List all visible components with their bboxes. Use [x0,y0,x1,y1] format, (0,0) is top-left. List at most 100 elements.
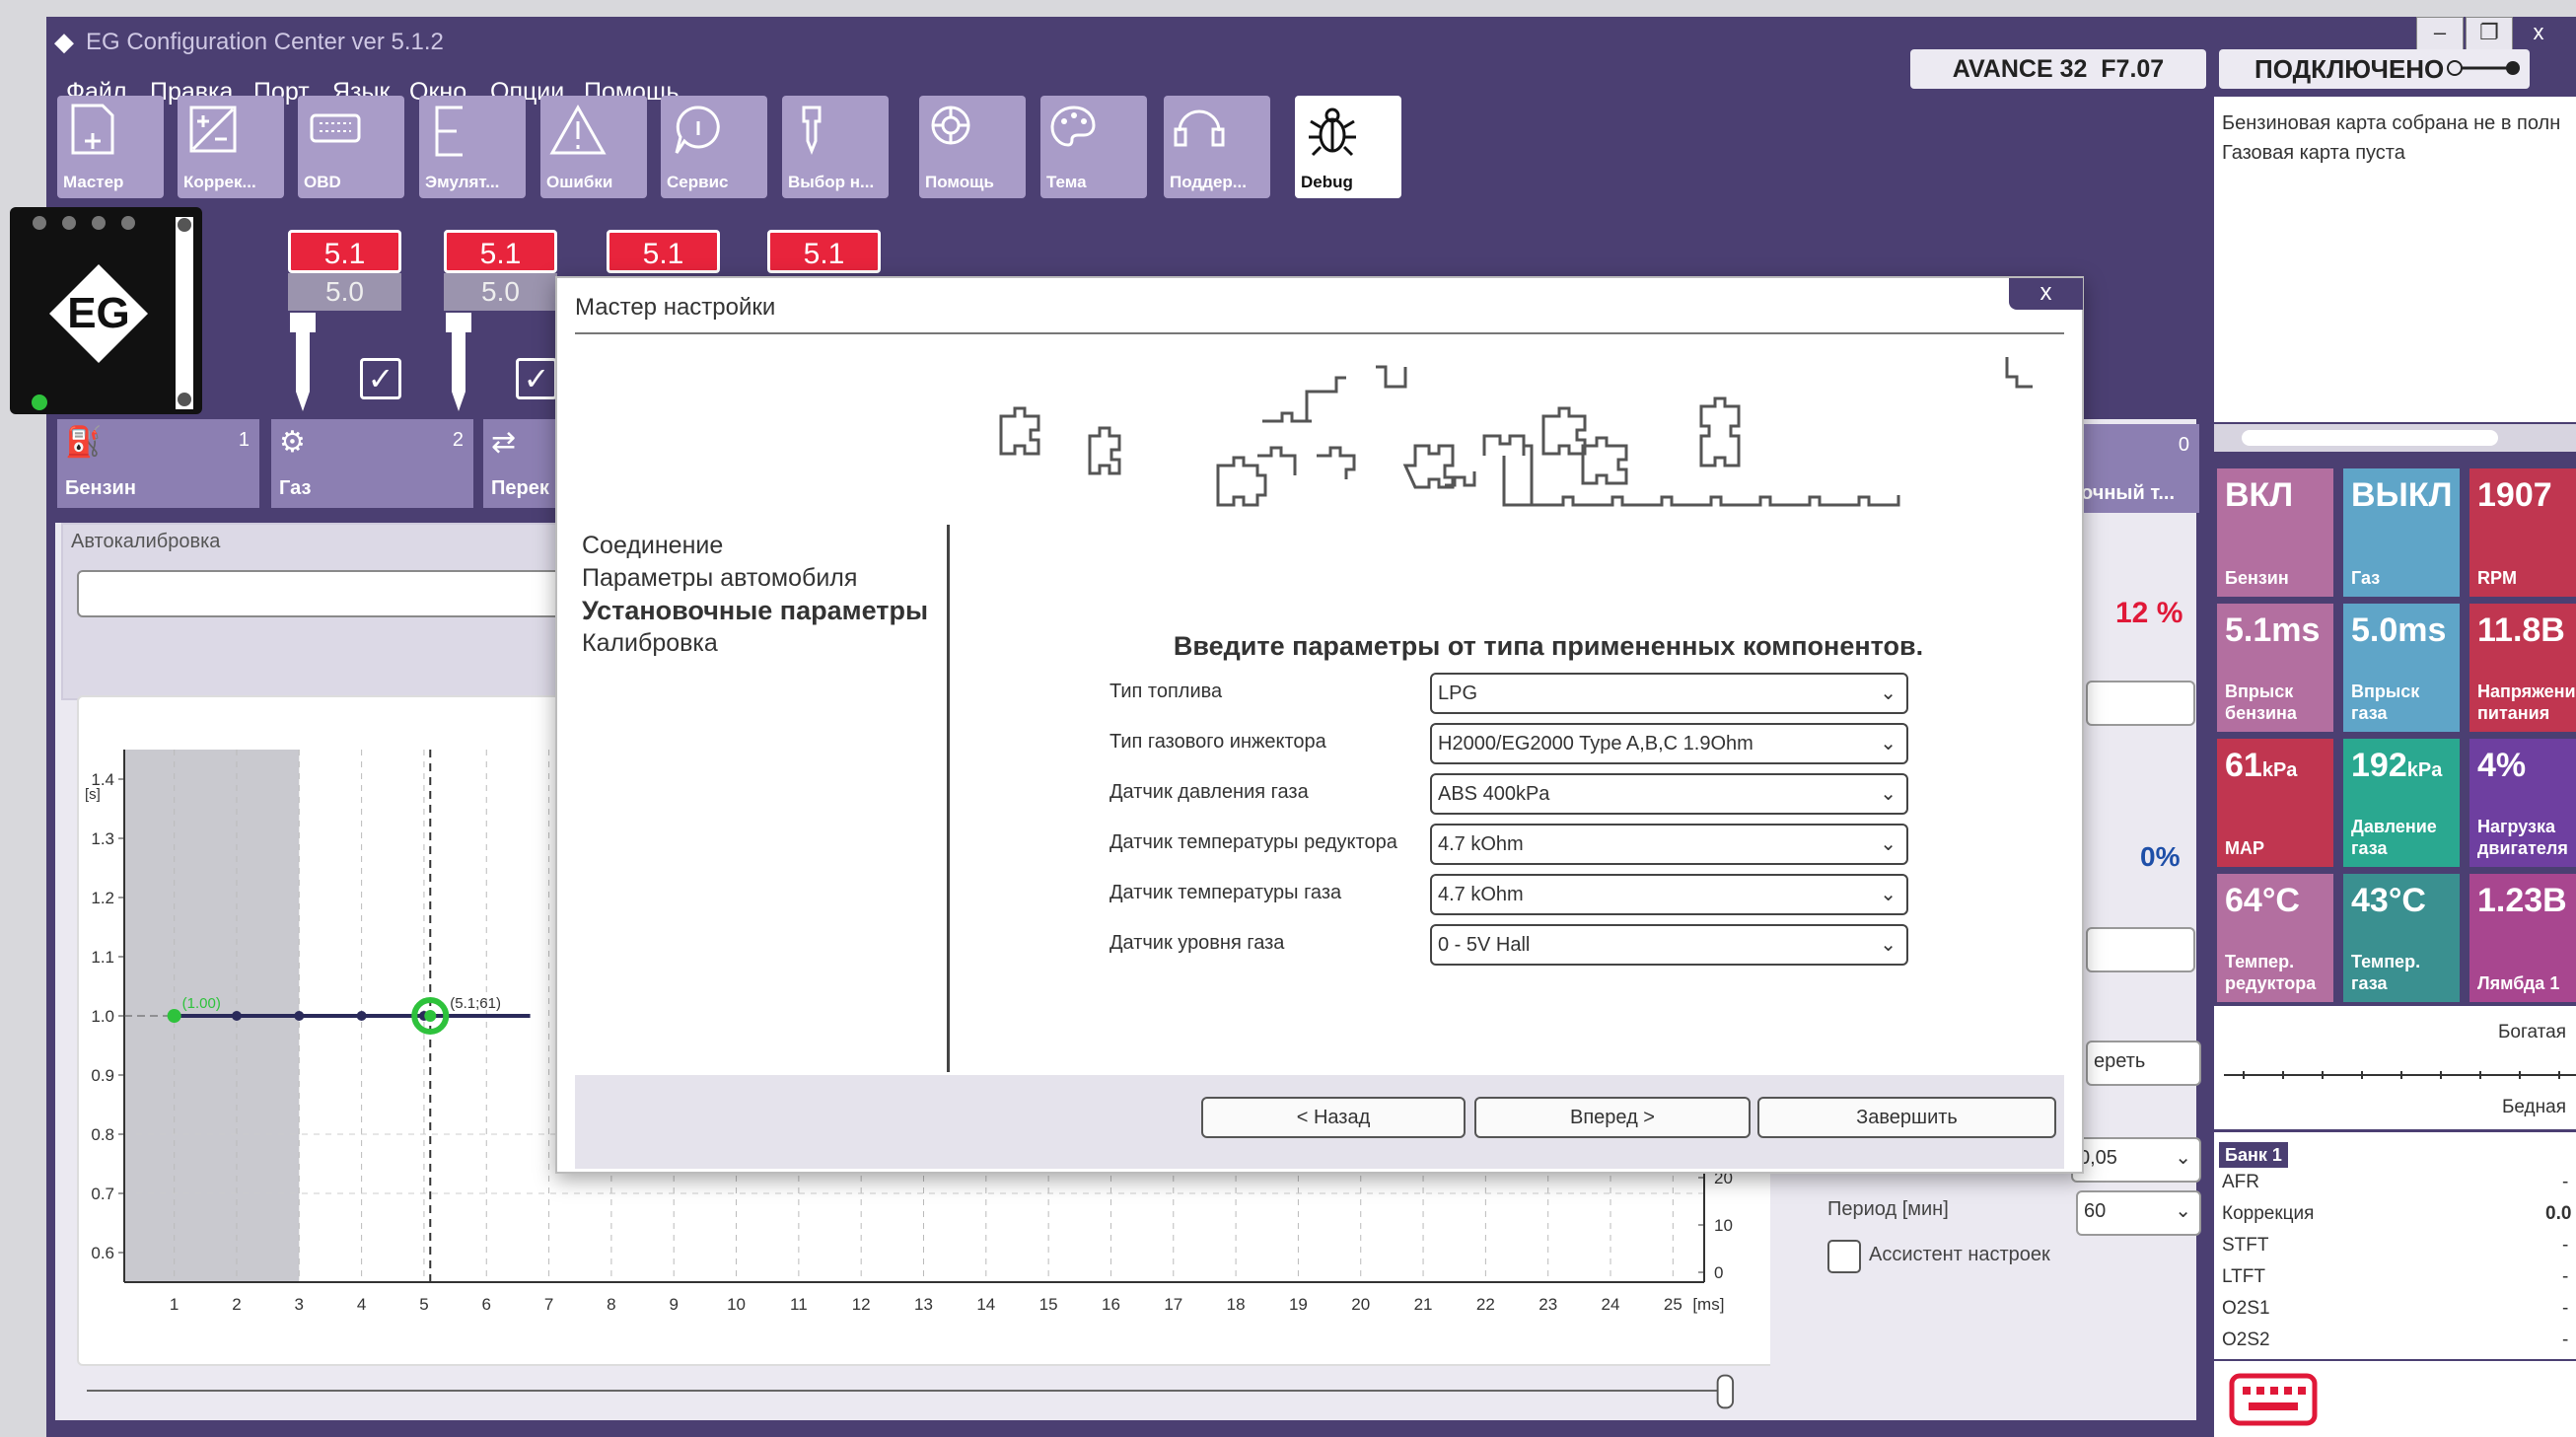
tool-obd-button[interactable]: OBD [298,96,404,198]
reset-button[interactable]: ереть [2086,1041,2201,1086]
tool-errors-button[interactable]: Ошибки [540,96,647,198]
step-installation-params[interactable]: Установочные параметры [582,595,957,627]
gauge-value: 64°C [2225,882,2300,919]
connection-toggle-icon[interactable] [2446,59,2525,77]
tool-debug-button[interactable]: Debug [1295,96,1401,198]
y-tick-label: 1.2 [91,889,114,907]
service-icon [675,106,720,154]
bank-row-ltft: LTFT - [2222,1266,2568,1288]
slider-handle[interactable] [1716,1374,1735,1409]
gauge-value: 1.23В [2477,882,2567,919]
percent-rich: 12 % [2115,597,2183,629]
gas-pressure-sensor-select[interactable]: ABS 400kPa ⌄ [1430,773,1908,815]
status-messages: Бензиновая карта собрана не в полн Газов… [2214,97,2576,422]
gauge-value: ВКЛ [2225,476,2294,514]
assistant-label: Ассистент настроек [1869,1244,2050,1265]
warning-icon [549,104,607,155]
gas-temp-sensor-select[interactable]: 4.7 kOhm ⌄ [1430,874,1908,915]
assistant-checkbox[interactable] [1827,1240,1861,1273]
svg-text:EG: EG [67,289,130,337]
gauge-value: 4% [2477,747,2527,784]
gauge-caption: Впрыск газа [2351,682,2420,723]
tool-help-button[interactable]: Помощь [919,96,1026,198]
tab-count: 2 [452,429,464,451]
app-logo-icon: ◆ [54,27,74,56]
gas-injector-select[interactable]: H2000/EG2000 Type A,B,C 1.9Ohm ⌄ [1430,723,1908,764]
injector-enable-checkbox[interactable]: ✓ [360,358,401,399]
tool-label: Помощь [925,173,994,191]
select-value: 4.7 kOhm [1438,833,1524,855]
injector-enable-checkbox[interactable]: ✓ [516,358,557,399]
step-vehicle-params[interactable]: Параметры автомобиля [582,562,957,595]
status-message: Газовая карта пуста [2222,142,2405,164]
gauge-gas-pressure: 192kPa Давление газа [2343,739,2460,867]
injector-nozzle-icon [290,313,316,411]
finish-button[interactable]: Завершить [1757,1097,2056,1138]
minimize-button[interactable]: – [2416,17,2464,50]
period-label: Период [мин] [1827,1198,1949,1220]
gauge-value: 1907 [2477,476,2552,514]
tool-service-button[interactable]: Сервис [661,96,767,198]
close-window-button[interactable]: x [2515,17,2562,50]
settings-field[interactable] [2086,927,2195,972]
dialog-close-button[interactable]: x [2009,278,2083,310]
reducer-temp-sensor-select[interactable]: 4.7 kOhm ⌄ [1430,824,1908,865]
bank-tab[interactable]: Банк 1 [2219,1142,2288,1168]
gauge-value: 11.8В [2477,611,2565,649]
bank-row-value: 0.0 [2545,1203,2572,1224]
gauge-caption: Темпер. редуктора [2225,952,2317,993]
tab-label: Бензин [65,477,136,499]
series-point [294,1011,305,1021]
support-icon [1174,109,1225,147]
tool-wizard-button[interactable]: Мастер [57,96,164,198]
tool-correction-button[interactable]: Коррек... [178,96,284,198]
step-connection[interactable]: Соединение [582,530,957,562]
y-tick-label: 0.7 [91,1185,114,1203]
tool-label: Тема [1046,173,1087,191]
gas-level-sensor-select[interactable]: 0 - 5V Hall ⌄ [1430,924,1908,966]
scrollbar-thumb[interactable] [2242,430,2498,446]
marker-point [424,1010,437,1022]
dialog-heading: Введите параметры от типа примененных ко… [1173,631,1924,661]
switch-icon: ⇄ [491,426,517,459]
step-calibration[interactable]: Калибровка [582,627,957,660]
gauge-reducer-temp: 64°C Темпер. редуктора [2217,874,2333,1002]
injector-petrol-time: 5.1 [607,230,720,273]
gauge-engine-load: 4% Нагрузка двигателя [2469,739,2576,867]
x-tick-label: 13 [914,1295,933,1314]
select-value: 4.7 kOhm [1438,884,1524,905]
fuel-type-select[interactable]: LPG ⌄ [1430,673,1908,714]
horizontal-slider[interactable] [87,1371,1763,1410]
x-tick-label: 21 [1414,1295,1433,1314]
tab-gas[interactable]: ⚙ 2 Газ [271,419,473,508]
bank-values: AFR - Коррекция 0.0 STFT - LTFT - O2S1 - O2S2… [2214,1172,2576,1359]
tab-petrol[interactable]: ⛽ 1 Бензин [57,419,259,508]
back-button[interactable]: < Назад [1201,1097,1466,1138]
bank-row-o2s1: O2S1 - [2222,1298,2568,1320]
petrol-icon: ⛽ [65,426,103,459]
chevron-down-icon: ⌄ [1880,733,1896,754]
y-tick-label: 0.9 [91,1066,114,1085]
tool-emulator-button[interactable]: Эмулят... [419,96,526,198]
bank-row-label: Коррекция [2222,1203,2315,1224]
gauge-value: 5.0ms [2351,611,2447,649]
settings-field[interactable] [2086,681,2195,726]
period-select[interactable]: 60 ⌄ [2076,1190,2201,1236]
x-tick-label: 12 [852,1295,871,1314]
bank-row-o2s2: O2S2 - [2222,1329,2568,1351]
y-tick-label: 1.0 [91,1007,114,1026]
tab-switch[interactable]: ⇄ Перек [483,419,562,508]
tool-support-button[interactable]: Поддер... [1164,96,1270,198]
step-select[interactable]: 0,05 ⌄ [2071,1137,2201,1183]
tool-theme-button[interactable]: Тема [1040,96,1147,198]
injector-petrol-time: 5.1 [767,230,881,273]
keyboard-button[interactable] [2214,1361,2576,1437]
x-tick-label: 5 [419,1295,428,1314]
gauge-petrol: ВКЛ Бензин [2217,468,2333,597]
wizard-icon [71,104,114,155]
tool-injector-select-button[interactable]: Выбор н... [782,96,889,198]
restore-button[interactable]: ❐ [2466,17,2513,50]
gauge-gas: ВЫКЛ Газ [2343,468,2460,597]
next-button[interactable]: Вперед > [1474,1097,1751,1138]
status-scrollbar[interactable] [2214,424,2576,452]
